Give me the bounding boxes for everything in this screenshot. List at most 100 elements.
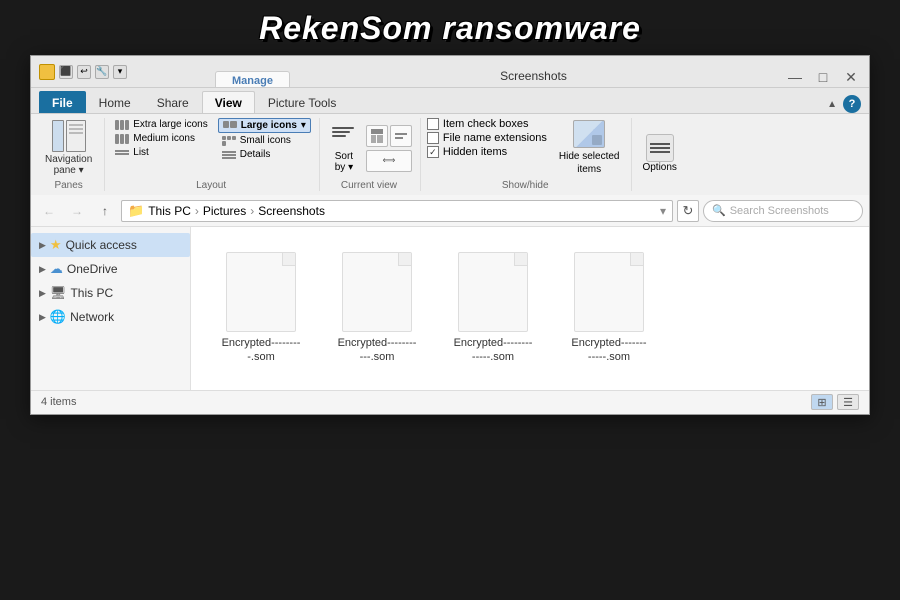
- quick-access-icon: ★: [50, 237, 62, 253]
- ribbon-group-layout: Extra large icons Medium icons List: [107, 118, 320, 191]
- ribbon-body: Navigation pane ▾ Panes Extra large icon…: [31, 114, 869, 195]
- show-hide-group-label: Show/hide: [427, 180, 624, 191]
- sidebar-item-network[interactable]: ▶ 🌐 Network: [31, 305, 190, 329]
- tab-view[interactable]: View: [202, 91, 255, 113]
- hidden-items-toggle[interactable]: ✓ Hidden items: [427, 146, 547, 158]
- tab-home[interactable]: Home: [86, 91, 144, 113]
- sort-by-button[interactable]: Sort by ▾: [326, 121, 362, 175]
- file-name: Encrypted---------.som: [222, 336, 301, 365]
- ribbon-group-current-view: Sort by ▾: [322, 118, 421, 191]
- window-title: Screenshots: [290, 69, 777, 87]
- tab-share[interactable]: Share: [144, 91, 202, 113]
- item-check-boxes-label: Item check boxes: [443, 118, 529, 130]
- more-btn[interactable]: ▾: [113, 65, 127, 79]
- item-count-label: 4 items: [41, 396, 76, 408]
- address-path[interactable]: 📁 This PC › Pictures › Screenshots ▾: [121, 200, 673, 222]
- item-check-boxes-checkbox[interactable]: [427, 118, 439, 130]
- maximize-button[interactable]: □: [809, 67, 837, 87]
- options-label: Options: [642, 162, 676, 173]
- sidebar-item-quick-access[interactable]: ▶ ★ Quick access: [31, 233, 190, 257]
- file-name: Encrypted------------.som: [571, 336, 646, 365]
- path-folder-icon: 📁: [128, 203, 144, 219]
- current-view-group-label: Current view: [326, 180, 412, 191]
- list-btn[interactable]: List: [111, 146, 211, 159]
- layout-group-label: Layout: [111, 180, 311, 191]
- hidden-items-label: Hidden items: [443, 146, 507, 158]
- item-check-boxes-toggle[interactable]: Item check boxes: [427, 118, 547, 130]
- sidebar: ▶ ★ Quick access ▶ ☁ OneDrive ▶ 🖥 This P…: [31, 227, 191, 390]
- back-button[interactable]: ←: [37, 199, 61, 223]
- hide-selected-icon: [573, 120, 605, 148]
- ribbon-group-show-hide: Item check boxes File name extensions ✓ …: [423, 118, 633, 191]
- tab-file[interactable]: File: [39, 91, 86, 113]
- up-button[interactable]: ↑: [93, 199, 117, 223]
- ribbon-group-options: Options: [634, 118, 694, 191]
- group-by-btn[interactable]: [366, 125, 388, 147]
- file-name: Encrypted-----------.som: [338, 336, 417, 365]
- small-icons-btn[interactable]: Small icons: [218, 134, 311, 147]
- size-all-columns-btn[interactable]: ⟺: [366, 150, 412, 172]
- ribbon-collapse-btn[interactable]: ▲: [827, 99, 837, 110]
- close-button[interactable]: ✕: [837, 67, 865, 87]
- sidebar-label-this-pc: This PC: [70, 286, 113, 300]
- hide-selected-items-button[interactable]: Hide selecteditems: [555, 118, 624, 178]
- options-button[interactable]: Options: [638, 132, 680, 175]
- medium-icons-btn[interactable]: Medium icons: [111, 132, 211, 145]
- status-bar: 4 items ⊞ ☰: [31, 390, 869, 414]
- extra-large-icons-btn[interactable]: Extra large icons: [111, 118, 211, 131]
- hidden-items-checkbox[interactable]: ✓: [427, 146, 439, 158]
- path-part-2[interactable]: Pictures: [203, 204, 246, 218]
- network-chevron: ▶: [39, 312, 46, 323]
- onedrive-chevron: ▶: [39, 264, 46, 275]
- forward-button[interactable]: →: [65, 199, 89, 223]
- list-item[interactable]: Encrypted-------------.som: [443, 243, 543, 374]
- search-box[interactable]: 🔍 Search Screenshots: [703, 200, 863, 222]
- ribbon-group-panes: Navigation pane ▾ Panes: [37, 118, 105, 191]
- sidebar-label-network: Network: [70, 310, 114, 324]
- list-item[interactable]: Encrypted---------.som: [211, 243, 311, 374]
- hide-selected-label: Hide selecteditems: [559, 150, 620, 176]
- navigation-pane-button[interactable]: Navigation pane ▾: [41, 118, 96, 178]
- title-banner: RekenSom ransomware: [0, 0, 900, 55]
- refresh-button[interactable]: ↻: [677, 200, 699, 222]
- list-item[interactable]: Encrypted------------.som: [559, 243, 659, 374]
- manage-tab[interactable]: Manage: [215, 71, 290, 87]
- network-icon: 🌐: [50, 309, 66, 325]
- main-area: ▶ ★ Quick access ▶ ☁ OneDrive ▶ 🖥 This P…: [31, 227, 869, 390]
- quick-access-btn[interactable]: ⬛: [59, 65, 73, 79]
- path-part-1[interactable]: This PC: [148, 204, 191, 218]
- path-part-3[interactable]: Screenshots: [258, 204, 325, 218]
- quick-access-chevron: ▶: [39, 240, 46, 251]
- onedrive-icon: ☁: [50, 261, 63, 277]
- file-thumbnail: [342, 252, 412, 332]
- file-content-area: Encrypted---------.som Encrypted--------…: [191, 227, 869, 390]
- search-icon: 🔍: [712, 204, 726, 217]
- sidebar-item-onedrive[interactable]: ▶ ☁ OneDrive: [31, 257, 190, 281]
- ribbon-tabs: File Home Share View Picture Tools ▲ ?: [31, 88, 869, 114]
- file-name-extensions-checkbox[interactable]: [427, 132, 439, 144]
- folder-title-icon: [39, 64, 55, 80]
- page-title: RekenSom ransomware: [0, 10, 900, 47]
- view-toggles: ⊞ ☰: [811, 394, 859, 410]
- list-item[interactable]: Encrypted-----------.som: [327, 243, 427, 374]
- file-name-extensions-label: File name extensions: [443, 132, 547, 144]
- address-bar: ← → ↑ 📁 This PC › Pictures › Screenshots…: [31, 195, 869, 227]
- sidebar-item-this-pc[interactable]: ▶ 🖥 This PC: [31, 281, 190, 305]
- undo-btn[interactable]: ↩: [77, 65, 91, 79]
- file-name-extensions-toggle[interactable]: File name extensions: [427, 132, 547, 144]
- file-thumbnail: [574, 252, 644, 332]
- minimize-button[interactable]: —: [781, 67, 809, 87]
- add-columns-btn[interactable]: [390, 125, 412, 147]
- large-icons-btn[interactable]: Large icons ▾: [218, 118, 311, 133]
- large-icons-status-toggle[interactable]: ⊞: [811, 394, 833, 410]
- file-explorer-window: ⬛ ↩ 🔧 ▾ Manage Screenshots — □ ✕ File Ho…: [30, 55, 870, 415]
- file-thumbnail: [226, 252, 296, 332]
- search-placeholder: Search Screenshots: [730, 205, 829, 217]
- properties-btn[interactable]: 🔧: [95, 65, 109, 79]
- help-button[interactable]: ?: [843, 95, 861, 113]
- tab-picture-tools[interactable]: Picture Tools: [255, 91, 349, 113]
- details-status-toggle[interactable]: ☰: [837, 394, 859, 410]
- this-pc-icon: 🖥: [50, 285, 67, 301]
- panes-group-label: Panes: [41, 180, 96, 191]
- details-btn[interactable]: Details: [218, 148, 311, 161]
